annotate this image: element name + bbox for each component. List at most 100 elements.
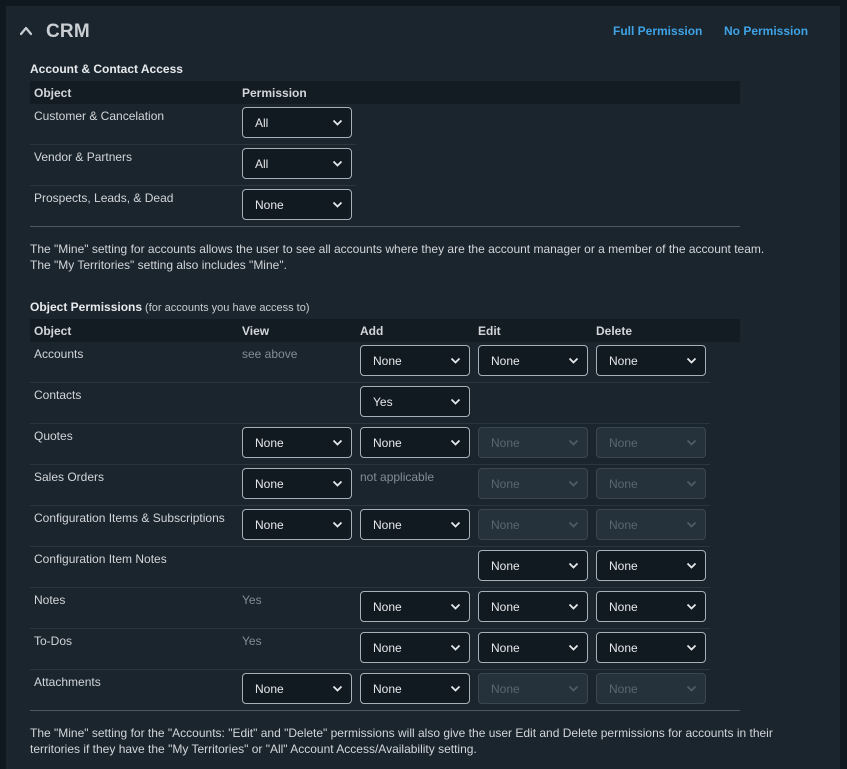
- attachments-delete-select: None: [596, 673, 706, 704]
- table-row: Quotes None None None None: [30, 424, 710, 465]
- chevron-down-icon: [568, 562, 579, 569]
- configuration-items-and-subscriptions-delete-select: None: [596, 509, 706, 540]
- col-add: Add: [360, 324, 384, 338]
- view-static-text: Yes: [242, 593, 262, 607]
- sales-orders-edit-select: None: [478, 468, 588, 499]
- chevron-down-icon: [568, 644, 579, 651]
- account-access-note: The "Mine" setting for accounts allows t…: [30, 241, 820, 273]
- select-value: None: [491, 641, 520, 655]
- account-access-table-header: Object Permission: [30, 81, 740, 104]
- select-value: None: [609, 559, 638, 573]
- attachments-add-select[interactable]: None: [360, 673, 470, 704]
- chevron-down-icon: [450, 603, 461, 610]
- quotes-add-select[interactable]: None: [360, 427, 470, 458]
- select-value: None: [255, 518, 284, 532]
- select-value: All: [255, 157, 269, 171]
- chevron-up-icon[interactable]: [19, 25, 33, 37]
- to-dos-edit-select[interactable]: None: [478, 632, 588, 663]
- select-value: None: [255, 436, 284, 450]
- to-dos-delete-select[interactable]: None: [596, 632, 706, 663]
- chevron-down-icon: [332, 521, 343, 528]
- notes-edit-select[interactable]: None: [478, 591, 588, 622]
- customer-permission-select[interactable]: All: [242, 107, 352, 138]
- chevron-down-icon: [450, 685, 461, 692]
- object-label: To-Dos: [34, 634, 73, 648]
- no-permission-link[interactable]: No Permission: [724, 24, 808, 38]
- table-row: Notes Yes None None None: [30, 588, 710, 629]
- select-value: None: [491, 682, 520, 696]
- chevron-down-icon: [686, 644, 697, 651]
- object-label: Quotes: [34, 429, 73, 443]
- contacts-add-select[interactable]: Yes: [360, 386, 470, 417]
- accounts-add-select[interactable]: None: [360, 345, 470, 376]
- full-permission-link[interactable]: Full Permission: [613, 24, 702, 38]
- chevron-down-icon: [332, 439, 343, 446]
- table-row: Vendor & Partners All: [30, 145, 356, 186]
- select-value: None: [491, 518, 520, 532]
- chevron-down-icon: [568, 480, 579, 487]
- quotes-view-select[interactable]: None: [242, 427, 352, 458]
- sales-orders-view-select[interactable]: None: [242, 468, 352, 499]
- attachments-view-select[interactable]: None: [242, 673, 352, 704]
- chevron-down-icon: [450, 644, 461, 651]
- chevron-down-icon: [332, 160, 343, 167]
- quotes-edit-select: None: [478, 427, 588, 458]
- select-value: None: [373, 682, 402, 696]
- chevron-down-icon: [568, 357, 579, 364]
- note-line: territories if they have the "My Territo…: [30, 742, 477, 756]
- note-line: The "Mine" setting for accounts allows t…: [30, 242, 765, 256]
- sales-orders-delete-select: None: [596, 468, 706, 499]
- configuration-items-and-subscriptions-add-select[interactable]: None: [360, 509, 470, 540]
- chevron-down-icon: [450, 439, 461, 446]
- select-value: None: [609, 600, 638, 614]
- select-value: None: [491, 600, 520, 614]
- col-view: View: [242, 324, 270, 338]
- select-value: None: [373, 641, 402, 655]
- chevron-down-icon: [450, 357, 461, 364]
- crm-header: CRM Full Permission No Permission: [6, 6, 840, 56]
- chevron-down-icon: [332, 201, 343, 208]
- notes-delete-select[interactable]: None: [596, 591, 706, 622]
- accounts-edit-select[interactable]: None: [478, 345, 588, 376]
- prospects-permission-select[interactable]: None: [242, 189, 352, 220]
- notes-add-select[interactable]: None: [360, 591, 470, 622]
- select-value: None: [373, 518, 402, 532]
- chevron-down-icon: [686, 562, 697, 569]
- configuration-items-and-subscriptions-view-select[interactable]: None: [242, 509, 352, 540]
- accounts-delete-select[interactable]: None: [596, 345, 706, 376]
- to-dos-add-select[interactable]: None: [360, 632, 470, 663]
- object-label: Vendor & Partners: [34, 150, 133, 164]
- chevron-down-icon: [686, 685, 697, 692]
- select-value: None: [609, 436, 638, 450]
- view-static-text: Yes: [242, 634, 262, 648]
- object-label: Sales Orders: [34, 470, 105, 484]
- col-object: Object: [34, 86, 72, 100]
- object-permissions-subtitle: (for accounts you have access to): [145, 302, 310, 314]
- table-row: Attachments None None None None: [30, 670, 740, 711]
- select-value: None: [609, 641, 638, 655]
- chevron-down-icon: [686, 480, 697, 487]
- chevron-down-icon: [568, 521, 579, 528]
- select-value: None: [609, 518, 638, 532]
- table-row: Contacts Yes: [30, 383, 710, 424]
- object-permissions-heading: Object Permissions: [30, 300, 143, 314]
- object-label: Prospects, Leads, & Dead: [34, 191, 174, 205]
- configuration-item-notes-edit-select[interactable]: None: [478, 550, 588, 581]
- chevron-down-icon: [686, 603, 697, 610]
- configuration-items-and-subscriptions-edit-select: None: [478, 509, 588, 540]
- select-value: None: [491, 559, 520, 573]
- select-value: None: [373, 600, 402, 614]
- chevron-down-icon: [686, 357, 697, 364]
- object-label: Customer & Cancelation: [34, 109, 165, 123]
- object-permissions-table-header: Object View Add Edit Delete: [30, 319, 740, 342]
- col-object: Object: [34, 324, 72, 338]
- table-row: Customer & Cancelation All: [30, 104, 356, 145]
- configuration-item-notes-delete-select[interactable]: None: [596, 550, 706, 581]
- select-value: None: [373, 436, 402, 450]
- table-row: Prospects, Leads, & Dead None: [30, 186, 740, 227]
- vendor-permission-select[interactable]: All: [242, 148, 352, 179]
- chevron-down-icon: [332, 685, 343, 692]
- view-static-text: see above: [242, 347, 298, 361]
- chevron-down-icon: [332, 480, 343, 487]
- object-permissions-title: Object Permissions (for accounts you have…: [30, 300, 310, 314]
